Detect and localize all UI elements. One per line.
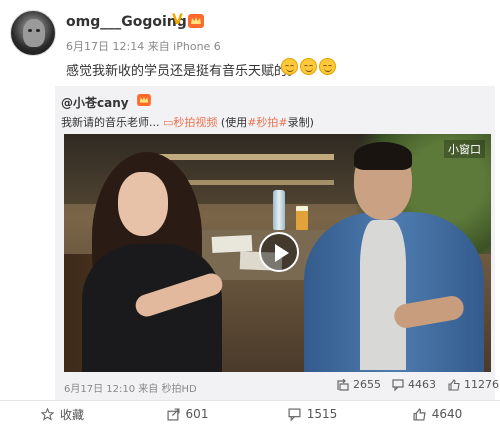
video-man-tshirt (360, 220, 406, 370)
repost-text-middle: (使用 (217, 116, 248, 129)
smile-emoji-icon (300, 58, 317, 75)
like-count: 4640 (431, 407, 463, 421)
repost-forward-stat[interactable]: 2655 (337, 378, 381, 391)
repost-like-count: 11276 (464, 378, 499, 391)
forward-button[interactable]: 601 (125, 401, 250, 427)
action-bar: 收藏 601 1515 4640 (0, 400, 500, 427)
comment-icon (288, 407, 301, 421)
verified-badge-icon: V (172, 12, 183, 28)
smile-emoji-icon (319, 58, 336, 75)
avatar-eye-right (36, 29, 40, 32)
video-woman-face (118, 172, 168, 236)
forward-icon (167, 407, 180, 421)
forward-icon (337, 378, 349, 391)
repost-text-prefix: 我新请的音乐老师... (61, 116, 163, 129)
comment-icon (392, 378, 404, 391)
smile-emoji-icon (281, 58, 298, 75)
post-username[interactable]: omg___Gogoing (66, 14, 187, 30)
video-link-icon[interactable]: ▭ (163, 116, 173, 129)
repost-text-suffix: 录制) (287, 116, 314, 129)
play-button-icon[interactable] (259, 232, 299, 272)
member-crown-icon[interactable] (137, 94, 151, 106)
repost-text: 我新请的音乐老师... ▭秒拍视频 (使用#秒拍#录制) (61, 114, 314, 130)
mini-window-button[interactable]: 小窗口 (444, 140, 485, 158)
comment-count: 1515 (306, 407, 338, 421)
forward-count: 601 (185, 407, 209, 421)
thumbs-up-icon (413, 407, 426, 421)
video-paper (211, 234, 253, 254)
video-man-hair (354, 142, 412, 170)
repost-comment-count: 4463 (408, 378, 436, 391)
video-bottle (273, 190, 285, 230)
member-crown-icon[interactable] (188, 14, 204, 28)
video-link[interactable]: 秒拍视频 (173, 116, 217, 129)
repost-comment-stat[interactable]: 4463 (392, 378, 436, 391)
video-player[interactable]: 小窗口 (64, 134, 491, 372)
repost-like-stat[interactable]: 11276 (448, 378, 499, 391)
post-text: 感觉我新收的学员还是挺有音乐天赋的。 (66, 64, 301, 79)
repost-forward-count: 2655 (353, 378, 381, 391)
post-meta: 6月17日 12:14 来自 iPhone 6 (66, 40, 221, 53)
repost-meta: 6月17日 12:10 来自 秒拍HD (64, 384, 197, 395)
avatar-eye-left (28, 29, 32, 32)
avatar[interactable] (10, 10, 56, 56)
favorite-label: 收藏 (59, 407, 84, 422)
star-icon (40, 407, 54, 421)
repost-username[interactable]: @小苍cany (61, 94, 129, 111)
repost-card: @小苍cany 我新请的音乐老师... ▭秒拍视频 (使用#秒拍#录制) 小窗口… (55, 86, 499, 400)
favorite-button[interactable]: 收藏 (0, 401, 125, 427)
thumbs-up-icon (448, 378, 460, 391)
avatar-face (23, 19, 45, 47)
comment-button[interactable]: 1515 (250, 401, 375, 427)
like-button[interactable]: 4640 (375, 401, 500, 427)
video-shelf (154, 154, 334, 160)
hashtag-link[interactable]: #秒拍# (247, 116, 287, 129)
video-beer-glass (296, 206, 308, 230)
